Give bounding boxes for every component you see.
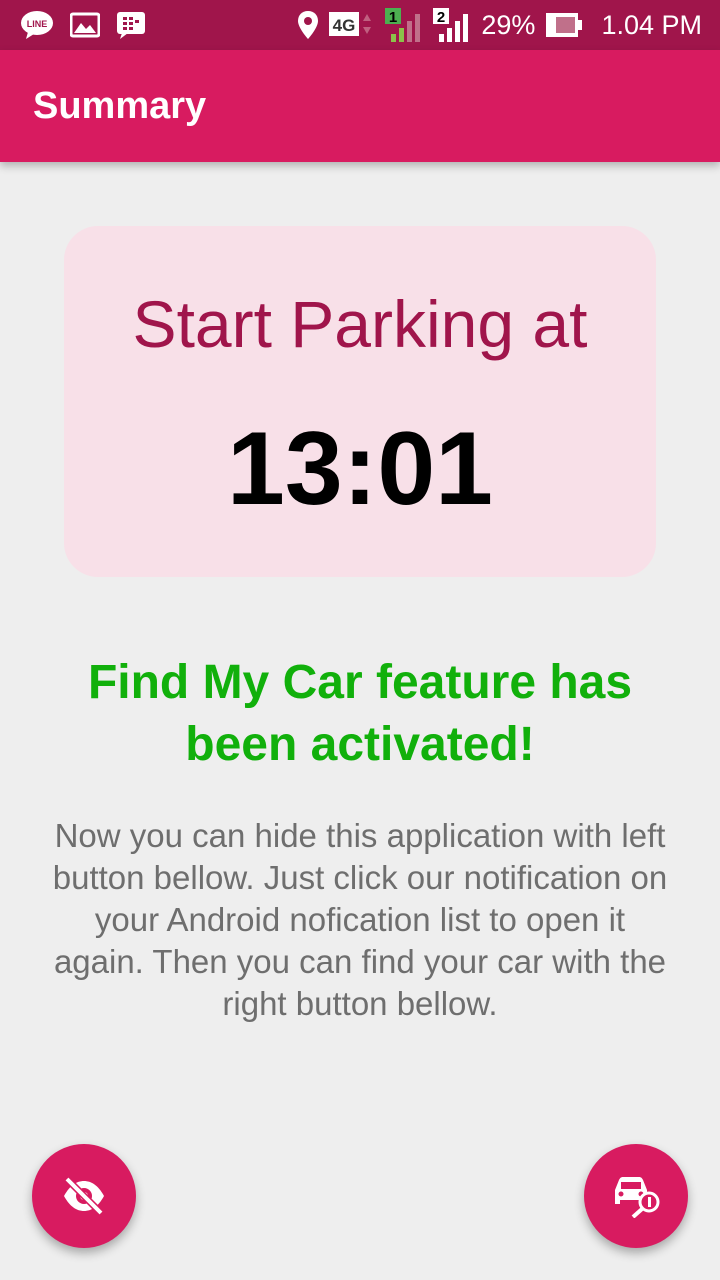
line-app-icon: LINE xyxy=(20,10,54,40)
gallery-icon xyxy=(70,12,100,38)
parking-start-time: 13:01 xyxy=(227,411,493,527)
car-search-icon xyxy=(609,1174,663,1218)
status-bar: LINE 4G 1 2 29% 1.04 PM xyxy=(0,0,720,50)
app-bar: Summary xyxy=(0,50,720,162)
battery-icon xyxy=(545,12,583,38)
bbm-icon xyxy=(116,11,146,39)
svg-text:LINE: LINE xyxy=(27,19,48,29)
activation-message: Find My Car feature has been activated! xyxy=(87,656,633,771)
battery-percent: 29% xyxy=(481,9,536,40)
start-parking-label: Start Parking at xyxy=(132,287,588,361)
page-title: Summary xyxy=(33,84,207,127)
eye-off-icon xyxy=(60,1176,108,1216)
signal-sim2-icon: 2 xyxy=(433,8,471,42)
find-car-button[interactable] xyxy=(584,1144,688,1248)
svg-text:1: 1 xyxy=(389,9,397,26)
svg-text:2: 2 xyxy=(437,9,445,26)
network-4g-icon: 4G xyxy=(329,9,375,41)
clock: 1.04 PM xyxy=(601,9,702,40)
svg-text:4G: 4G xyxy=(333,16,356,35)
hide-app-button[interactable] xyxy=(32,1144,136,1248)
parking-start-card: Start Parking at 13:01 xyxy=(64,226,656,577)
instructions-text: Now you can hide this application with l… xyxy=(52,817,668,1022)
location-icon xyxy=(297,10,319,40)
signal-sim1-icon: 1 xyxy=(385,8,423,42)
